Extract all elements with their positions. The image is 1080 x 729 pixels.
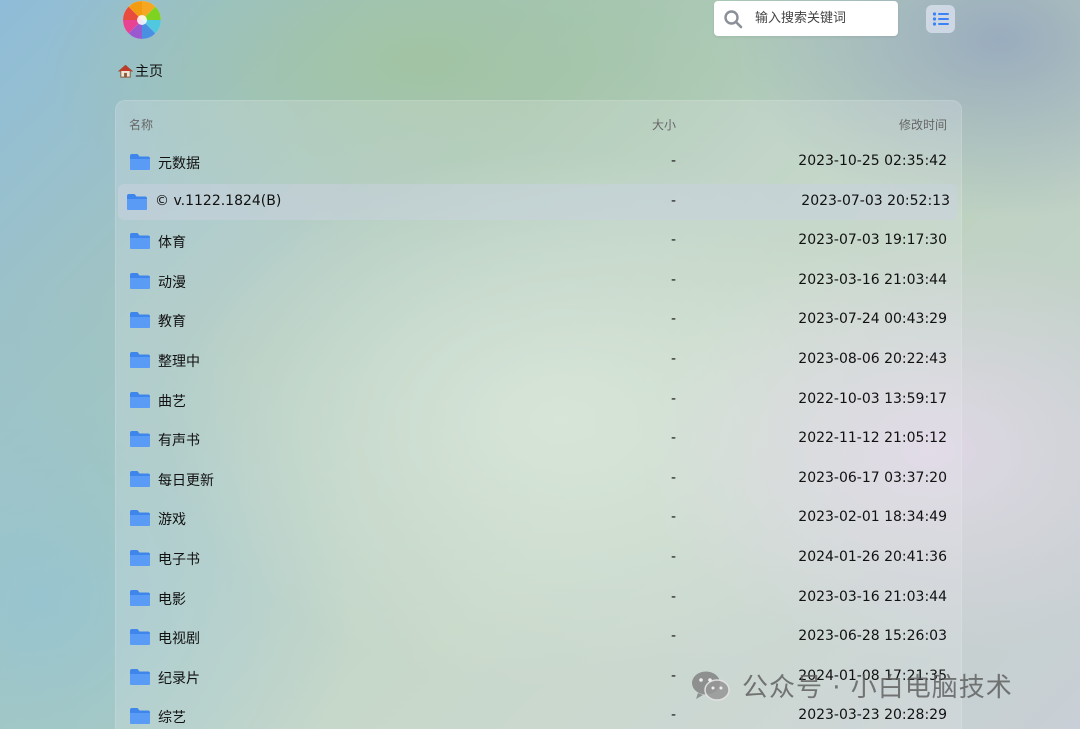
file-size: - — [671, 549, 677, 565]
table-row[interactable]: 体育 - 2023-07-03 19:17:30 — [115, 223, 962, 259]
file-name[interactable]: © v.1122.1824(B) — [155, 193, 281, 209]
file-size: - — [671, 509, 677, 526]
file-name[interactable]: 电视剧 — [158, 628, 200, 648]
table-row[interactable]: 每日更新 - 2023-06-17 03:37:20 — [115, 461, 962, 497]
table-row[interactable]: 电子书 - 2024-01-26 20:41:36 — [115, 540, 962, 576]
file-size: - — [671, 271, 677, 288]
page: 主页 名称 大小 修改时间 元数据 - 2023-10-25 02:35:42 © v… — [0, 0, 1080, 729]
file-modified-time: 2023-06-28 15:26:03 — [798, 628, 947, 645]
file-modified-time: 2023-03-16 21:03:44 — [798, 588, 947, 605]
file-size: - — [671, 153, 677, 169]
table-row[interactable]: 元数据 - 2023-10-25 02:35:42 — [115, 144, 962, 180]
file-size: - — [671, 192, 677, 209]
column-header-name[interactable]: 名称 — [129, 116, 153, 133]
table-row[interactable]: © v.1122.1824(B) - 2023-07-03 20:52:13 — [118, 183, 957, 220]
folder-icon — [130, 352, 150, 368]
file-name[interactable]: 电影 — [158, 589, 186, 609]
file-name[interactable]: 有声书 — [158, 430, 200, 450]
file-name[interactable]: 电子书 — [158, 549, 200, 569]
file-modified-time: 2023-08-06 20:22:43 — [798, 351, 947, 367]
watermark: 公众号 · 小白电脑技术 — [690, 667, 1013, 704]
file-modified-time: 2022-11-12 21:05:12 — [798, 430, 947, 447]
file-size: - — [671, 469, 677, 486]
folder-icon — [130, 391, 150, 408]
folder-icon — [130, 154, 150, 170]
column-header-modified[interactable]: 修改时间 — [899, 116, 947, 133]
file-name[interactable]: 体育 — [158, 232, 186, 252]
folder-icon — [130, 431, 150, 448]
file-modified-time: 2023-03-23 20:28:29 — [798, 707, 947, 724]
file-modified-time: 2023-02-01 18:34:49 — [798, 509, 947, 526]
file-name[interactable]: 综艺 — [158, 707, 186, 727]
folder-icon — [130, 272, 150, 289]
folder-icon — [130, 470, 150, 487]
file-size: - — [671, 707, 677, 724]
breadcrumb[interactable]: 主页 — [118, 61, 163, 81]
file-name[interactable]: 动漫 — [158, 272, 186, 292]
search-icon — [724, 9, 743, 28]
file-size: - — [671, 351, 677, 367]
folder-icon — [130, 550, 150, 566]
file-name[interactable]: 游戏 — [158, 509, 186, 529]
file-modified-time: 2023-07-24 00:43:29 — [798, 311, 947, 328]
table-row[interactable]: 整理中 - 2023-08-06 20:22:43 — [115, 342, 962, 378]
column-header-size[interactable]: 大小 — [652, 116, 676, 133]
file-modified-time: 2023-07-03 19:17:30 — [798, 232, 947, 249]
file-modified-time: 2023-10-25 02:35:42 — [798, 153, 947, 169]
table-row[interactable]: 电视剧 - 2023-06-28 15:26:03 — [115, 619, 962, 655]
watermark-text: 公众号 · 小白电脑技术 — [742, 673, 1013, 703]
search-input[interactable] — [753, 10, 887, 27]
file-size: - — [671, 588, 677, 605]
file-list-panel: 名称 大小 修改时间 元数据 - 2023-10-25 02:35:42 © v.11… — [115, 100, 962, 729]
file-modified-time: 2022-10-03 13:59:17 — [798, 390, 947, 407]
file-name[interactable]: 纪录片 — [158, 668, 200, 688]
color-wheel-logo-icon[interactable] — [122, 0, 162, 40]
file-name[interactable]: 整理中 — [158, 351, 200, 371]
wechat-icon — [692, 671, 730, 701]
list-view-toggle-button[interactable] — [926, 5, 955, 33]
table-row[interactable]: 有声书 - 2022-11-12 21:05:12 — [115, 421, 962, 457]
folder-icon — [130, 589, 150, 606]
file-name[interactable]: 教育 — [158, 311, 186, 331]
breadcrumb-home-label[interactable]: 主页 — [135, 61, 163, 81]
file-modified-time: 2023-07-03 20:52:13 — [801, 192, 950, 209]
folder-icon — [130, 708, 150, 725]
file-name[interactable]: 每日更新 — [158, 470, 214, 490]
file-size: - — [671, 390, 677, 407]
search-box[interactable] — [714, 1, 898, 36]
folder-icon — [130, 233, 150, 250]
file-size: - — [671, 628, 677, 645]
house-icon — [118, 64, 133, 78]
list-view-icon — [932, 12, 949, 26]
file-modified-time: 2023-06-17 03:37:20 — [798, 469, 947, 486]
file-name[interactable]: 元数据 — [158, 153, 200, 173]
folder-icon — [130, 668, 150, 685]
table-row[interactable]: 电影 - 2023-03-16 21:03:44 — [115, 580, 962, 616]
file-modified-time: 2023-03-16 21:03:44 — [798, 271, 947, 288]
table-row[interactable]: 游戏 - 2023-02-01 18:34:49 — [115, 500, 962, 536]
folder-icon — [127, 193, 147, 210]
file-size: - — [671, 667, 677, 684]
folder-icon — [130, 629, 150, 646]
file-name[interactable]: 曲艺 — [158, 391, 186, 411]
folder-icon — [130, 510, 150, 527]
folder-icon — [130, 312, 150, 329]
table-row[interactable]: 教育 - 2023-07-24 00:43:29 — [115, 302, 962, 338]
file-size: - — [671, 311, 677, 328]
table-row[interactable]: 曲艺 - 2022-10-03 13:59:17 — [115, 382, 962, 418]
table-row[interactable]: 动漫 - 2023-03-16 21:03:44 — [115, 263, 962, 299]
table-header: 名称 大小 修改时间 — [115, 100, 962, 146]
file-size: - — [671, 232, 677, 249]
file-size: - — [671, 430, 677, 447]
file-modified-time: 2024-01-26 20:41:36 — [798, 549, 947, 565]
